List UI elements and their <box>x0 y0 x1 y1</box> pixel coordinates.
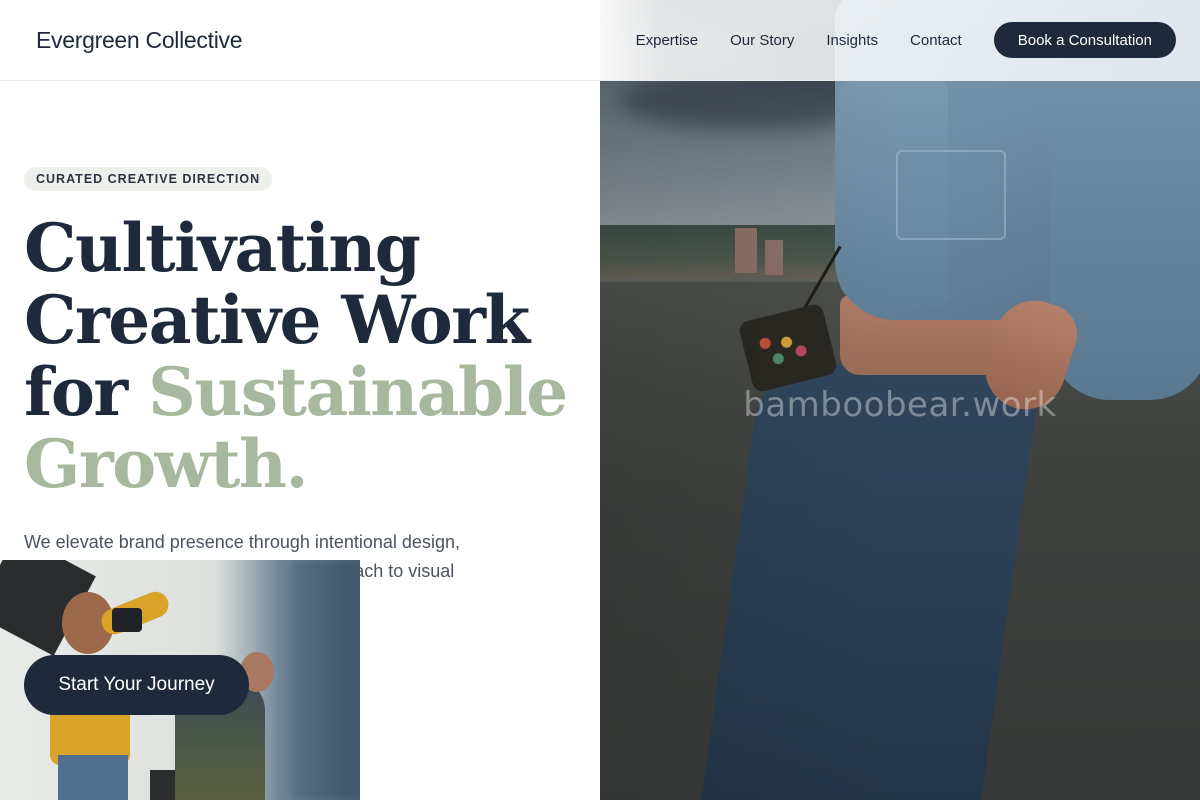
headline-accent-growth: Growth. <box>24 425 308 503</box>
studio-curtain <box>290 560 360 800</box>
main-nav: Expertise Our Story Insights Contact Boo… <box>604 22 1176 58</box>
book-consultation-button[interactable]: Book a Consultation <box>993 22 1176 58</box>
headline-accent-sustainable: Sustainable <box>148 353 568 431</box>
studio-camera <box>112 608 142 632</box>
nav-link-our-story[interactable]: Our Story <box>730 32 794 49</box>
watermark-text: bamboobear.work <box>743 385 1057 425</box>
studio-photographer-jeans <box>58 755 128 800</box>
hero-headline: Cultivating Creative Work for Sustainabl… <box>24 212 584 500</box>
landing-page: bamboobear.work Evergreen Collective Exp… <box>0 0 1200 800</box>
brand-logo[interactable]: Evergreen Collective <box>36 27 243 54</box>
eyebrow-badge: CURATED CREATIVE DIRECTION <box>24 167 273 191</box>
nav-link-insights[interactable]: Insights <box>826 32 878 49</box>
nav-link-expertise[interactable]: Expertise <box>636 32 699 49</box>
start-journey-button[interactable]: Start Your Journey <box>24 655 249 715</box>
nav-link-contact[interactable]: Contact <box>910 32 962 49</box>
headline-line-2: Creative Work <box>24 281 530 359</box>
site-header: Evergreen Collective Expertise Our Story… <box>0 0 1200 81</box>
headline-line-3-prefix: for <box>24 353 149 431</box>
headline-line-1: Cultivating <box>24 209 421 287</box>
